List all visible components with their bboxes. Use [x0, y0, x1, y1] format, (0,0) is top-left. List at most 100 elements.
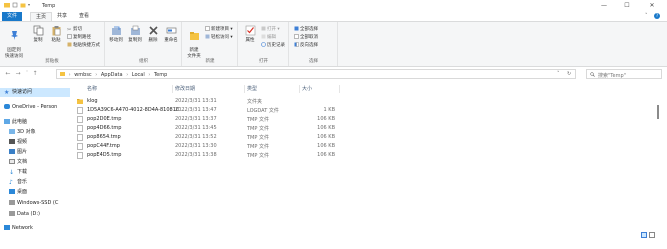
column-divider[interactable] [339, 85, 340, 93]
paste-button[interactable]: 粘贴 [46, 25, 66, 43]
search-input[interactable]: 搜索"Temp" [598, 72, 626, 79]
star-icon: ★ [4, 89, 10, 96]
sidebar-item-onedrive[interactable]: OneDrive - Person [0, 103, 70, 112]
file-type: 文件夹 [247, 99, 263, 105]
file-row[interactable]: popE4D5.tmp 2022/3/31 13:38 TMP 文件 106 K… [74, 151, 654, 160]
file-icon [77, 107, 83, 114]
breadcrumb-temp[interactable]: Temp [154, 72, 167, 78]
copy-path-icon [67, 34, 72, 39]
tab-home[interactable]: 主页 [30, 12, 53, 21]
file-name: pop8654.tmp [87, 134, 121, 140]
sidebar-item-drive-c[interactable]: Windows-SSD (C [0, 199, 70, 208]
properties-icon[interactable] [12, 2, 18, 8]
file-row[interactable]: pop4D66.tmp 2022/3/31 13:45 TMP 文件 106 K… [74, 124, 654, 133]
sidebar-item-this-pc[interactable]: 此电脑 [0, 118, 70, 127]
open-icon [261, 26, 266, 31]
up-arrow-icon[interactable]: ↑ [31, 70, 39, 77]
sidebar-item-network[interactable]: Network [0, 224, 70, 233]
history-button[interactable]: 历史记录 [261, 42, 285, 49]
column-divider[interactable] [244, 85, 245, 93]
invert-selection-button[interactable]: 反向选择 [294, 42, 318, 49]
select-all-icon [294, 26, 299, 31]
forward-arrow-icon[interactable]: → [14, 70, 22, 77]
pc-icon [4, 119, 10, 124]
new-folder-icon[interactable] [20, 2, 26, 8]
select-group: 全部选择 全部取消 反向选择 选择 [290, 22, 338, 66]
file-row[interactable]: pop2D0E.tmp 2022/3/31 13:37 TMP 文件 106 K… [74, 115, 654, 124]
new-item-button[interactable]: 新建项目 ▾ [205, 26, 233, 33]
tab-file[interactable]: 文件 [2, 12, 23, 21]
rename-icon [166, 27, 176, 34]
qat-dropdown-icon[interactable]: ▾ [28, 2, 30, 8]
sidebar-item-videos[interactable]: 视频 [0, 138, 70, 147]
easy-access-button[interactable]: 轻松访问 ▾ [205, 34, 233, 41]
refresh-icon[interactable]: ↻ [567, 71, 571, 77]
file-row[interactable]: popC44F.tmp 2022/3/31 13:30 TMP 文件 106 K… [74, 142, 654, 151]
select-all-button[interactable]: 全部选择 [294, 26, 318, 33]
maximize-button[interactable]: ☐ [616, 0, 638, 12]
sidebar-item-pictures[interactable]: 图片 [0, 148, 70, 157]
sidebar-item-documents[interactable]: 文档 [0, 158, 70, 167]
new-folder-button[interactable]: 新建 文件夹 [184, 25, 204, 59]
move-to-button[interactable]: 移动到 [106, 25, 126, 43]
cut-button[interactable]: ✂ 剪切 [67, 26, 82, 33]
sidebar-item-drive-d[interactable]: Data (D:) [0, 210, 70, 219]
copy-path-button[interactable]: 复制路径 [67, 34, 91, 41]
column-header-type[interactable]: 类型 [247, 85, 257, 93]
column-header-size[interactable]: 大小 [302, 85, 312, 93]
search-box[interactable]: 搜索"Temp" [586, 69, 662, 79]
breadcrumb-local[interactable]: Local [132, 72, 145, 78]
drive-icon [9, 211, 15, 216]
file-name: 1D5A39C6-A470-4012-8D4A-81081C... [87, 107, 185, 113]
tab-view[interactable]: 查看 [74, 12, 94, 21]
checkmark-properties-icon [245, 25, 255, 36]
cloud-icon [4, 104, 10, 109]
title-bar: ▾ Temp — ☐ ✕ [0, 0, 667, 12]
ribbon-collapse-icon[interactable]: ˅ [645, 13, 648, 19]
column-header-date[interactable]: 修改日期 [175, 85, 195, 93]
rename-button[interactable]: 重命名 [161, 25, 181, 43]
breadcrumb-appdata[interactable]: AppData [101, 72, 123, 78]
file-row[interactable]: 1D5A39C6-A470-4012-8D4A-81081C... 2022/3… [74, 106, 654, 115]
vertical-scrollbar[interactable] [657, 105, 659, 119]
help-icon[interactable]: ? [654, 13, 660, 19]
address-dropdown-icon[interactable]: ˅ [557, 71, 560, 77]
delete-button[interactable]: 删除 [143, 25, 163, 43]
column-divider[interactable] [299, 85, 300, 93]
ribbon: 固定到 快速访问 复制 粘贴 ✂ 剪切 复制路径 粘贴快捷方式 剪贴板 移动到 复… [0, 21, 667, 67]
sidebar-item-music[interactable]: ♪ 音乐 [0, 178, 70, 187]
close-button[interactable]: ✕ [641, 0, 663, 12]
paste-shortcut-button[interactable]: 粘贴快捷方式 [67, 42, 100, 49]
file-type: TMP 文件 [247, 126, 269, 132]
ribbon-tabs: 文件 主页 共享 查看 ˅ ? [0, 12, 667, 21]
sidebar-item-desktop[interactable]: 桌面 [0, 188, 70, 197]
file-icon [77, 134, 83, 141]
details-view-icon[interactable] [641, 232, 647, 238]
address-bar[interactable]: › wmbsc › AppData › Local › Temp ˅ ↻ [56, 69, 576, 79]
edit-button[interactable]: 编辑 [261, 34, 276, 41]
sidebar-item-downloads[interactable]: ↓ 下载 [0, 168, 70, 177]
drive-icon [9, 200, 15, 205]
sidebar-item-3d-objects[interactable]: 3D 对象 [0, 128, 70, 137]
sidebar-item-quick-access[interactable]: ★ 快速访问 [0, 88, 70, 97]
copy-to-button[interactable]: 复制到 [125, 25, 145, 43]
breadcrumb-wmbsc[interactable]: wmbsc [74, 72, 92, 78]
open-button[interactable]: 打开 ▾ [261, 26, 280, 33]
properties-button[interactable]: 属性 [240, 25, 260, 43]
tab-share[interactable]: 共享 [52, 12, 72, 21]
back-arrow-icon[interactable]: ← [4, 70, 12, 77]
file-row[interactable]: pop8654.tmp 2022/3/31 13:52 TMP 文件 106 K… [74, 133, 654, 142]
large-icons-view-icon[interactable] [649, 232, 655, 238]
pin-quick-access-button[interactable]: 固定到 快速访问 [2, 25, 26, 59]
recent-locations-icon[interactable]: ˅ [23, 70, 31, 75]
minimize-button[interactable]: — [593, 0, 615, 12]
file-name: klog [87, 98, 98, 104]
file-list: 名称 修改日期 类型 大小 klog 2022/3/31 13:31 文件夹 1… [74, 81, 654, 249]
file-row[interactable]: klog 2022/3/31 13:31 文件夹 [74, 97, 654, 106]
column-divider[interactable] [172, 85, 173, 93]
select-none-button[interactable]: 全部取消 [294, 34, 318, 41]
column-header-name[interactable]: 名称 [87, 85, 97, 93]
copy-button[interactable]: 复制 [28, 25, 48, 43]
file-type: TMP 文件 [247, 117, 269, 123]
breadcrumb-sep-icon: › [148, 72, 151, 78]
